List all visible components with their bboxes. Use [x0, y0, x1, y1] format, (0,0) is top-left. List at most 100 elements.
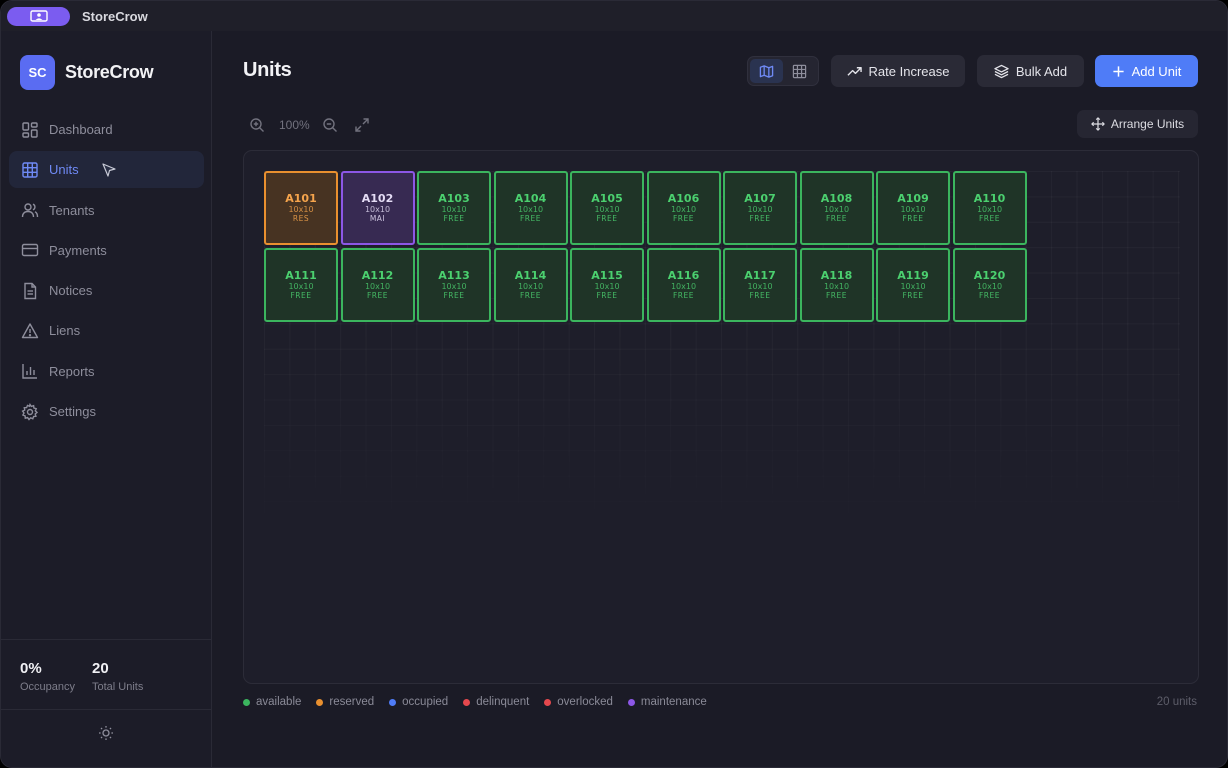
units-map-canvas[interactable]: A101 10x10 RES A102 10x10 MAI A103 10x10 FREE A10…: [243, 150, 1199, 684]
sidebar-item-units[interactable]: Units: [9, 151, 204, 189]
page-title: Units: [243, 59, 292, 81]
unit-status: FREE: [749, 214, 771, 223]
rate-increase-label: Rate Increase: [868, 63, 950, 79]
sun-icon: [99, 726, 113, 740]
occupancy-label: Occupancy: [20, 681, 76, 693]
arrange-units-button[interactable]: Arrange Units: [1077, 110, 1198, 138]
unit-tile[interactable]: A115 10x10 FREE: [570, 247, 644, 322]
unit-size: 10x10: [900, 281, 926, 291]
total-units-value: 20: [92, 660, 109, 677]
unit-size: 10x10: [670, 281, 697, 291]
sidebar-item-tenants[interactable]: Tenants: [9, 192, 204, 229]
main-content: Units Rate Increase Bulk Add Add Unit 10…: [213, 31, 1227, 767]
sidebar-item-settings[interactable]: Settings: [9, 393, 204, 430]
sidebar-item-payments[interactable]: Payments: [9, 232, 204, 269]
theme-toggle[interactable]: [97, 724, 115, 742]
unit-status: FREE: [825, 290, 847, 300]
bulk-add-button[interactable]: Bulk Add: [977, 55, 1084, 87]
legend-dot: [463, 698, 471, 706]
unit-id: A102: [361, 192, 394, 205]
unit-tile[interactable]: A120 10x10 FREE: [952, 247, 1027, 322]
brand[interactable]: SC StoreCrow: [20, 55, 154, 90]
mouse-cursor-icon: [102, 163, 116, 177]
credit-card-icon: [20, 240, 40, 260]
unit-tile[interactable]: A109 10x10 FREE: [876, 171, 950, 245]
view-toggle: [747, 56, 819, 86]
sidebar-item-label: Payments: [49, 242, 107, 258]
unit-status: FREE: [902, 290, 924, 300]
fit-to-screen-button[interactable]: [352, 115, 372, 135]
legend-item-overlocked: overlocked: [544, 696, 613, 708]
bulk-add-label: Bulk Add: [1015, 63, 1068, 79]
unit-tile[interactable]: A116 10x10 FREE: [646, 247, 721, 322]
unit-status: RES: [292, 214, 310, 223]
unit-tile[interactable]: A117 10x10 FREE: [723, 247, 797, 322]
plus-icon: [1112, 65, 1124, 77]
unit-tile[interactable]: A106 10x10 FREE: [646, 171, 721, 245]
title-bar: StoreCrow: [1, 1, 1227, 31]
unit-tile[interactable]: A103 10x10 FREE: [417, 171, 491, 245]
sidebar-item-dashboard[interactable]: Dashboard: [9, 111, 204, 148]
unit-id: A119: [897, 268, 929, 282]
sidebar-item-label: Units: [49, 162, 79, 178]
app-switcher-pill[interactable]: [7, 6, 70, 26]
unit-tile[interactable]: A114 10x10 FREE: [493, 247, 568, 322]
unit-status: FREE: [366, 290, 388, 300]
unit-tile[interactable]: A107 10x10 FREE: [723, 171, 797, 245]
unit-size: 10x10: [364, 205, 391, 214]
sidebar-item-label: Notices: [49, 283, 93, 299]
unit-count: 20 units: [1156, 696, 1197, 708]
app-window: StoreCrow SC StoreCrow Dashboard Units T…: [0, 0, 1228, 768]
map-icon: [759, 64, 774, 78]
rate-increase-button[interactable]: Rate Increase: [831, 55, 965, 87]
legend-item-available: available: [243, 696, 301, 708]
unit-tile[interactable]: A118 10x10 FREE: [799, 247, 874, 322]
zoom-level: 100%: [279, 118, 310, 132]
unit-tile[interactable]: A102 10x10 MAI: [340, 171, 415, 245]
unit-size: 10x10: [594, 281, 620, 291]
unit-tile[interactable]: A113 10x10 FREE: [417, 247, 491, 322]
unit-tile[interactable]: A101 10x10 RES: [264, 171, 338, 245]
sidebar-item-liens[interactable]: Liens: [9, 312, 204, 349]
legend-dot: [316, 698, 324, 706]
unit-size: 10x10: [288, 205, 314, 214]
unit-status: FREE: [978, 214, 1000, 223]
unit-tile[interactable]: A112 10x10 FREE: [340, 247, 415, 322]
sidebar-item-label: Dashboard: [49, 122, 113, 137]
unit-tile[interactable]: A104 10x10 FREE: [493, 171, 568, 245]
sidebar-item-label: Tenants: [49, 202, 95, 218]
unit-status: FREE: [825, 214, 847, 223]
table-view-button[interactable]: [783, 59, 816, 83]
unit-status: FREE: [749, 290, 771, 300]
legend-label: overlocked: [557, 696, 613, 708]
add-unit-label: Add Unit: [1131, 63, 1182, 79]
trending-up-icon: [846, 66, 862, 76]
unit-tile[interactable]: A108 10x10 FREE: [799, 171, 874, 245]
map-view-button[interactable]: [750, 59, 783, 83]
legend-label: occupied: [402, 696, 449, 708]
occupancy-value: 0%: [20, 660, 42, 677]
unit-id: A115: [591, 268, 623, 282]
unit-size: 10x10: [441, 205, 467, 214]
sidebar-item-notices[interactable]: Notices: [9, 272, 204, 309]
add-unit-button[interactable]: Add Unit: [1095, 55, 1198, 87]
legend-label: delinquent: [476, 696, 530, 708]
zoom-in-icon: [250, 118, 264, 132]
zoom-out-button[interactable]: [320, 115, 340, 135]
unit-tile[interactable]: A105 10x10 FREE: [570, 171, 644, 245]
legend-dot: [243, 698, 250, 706]
unit-size: 10x10: [364, 281, 391, 291]
unit-status: FREE: [519, 214, 541, 223]
zoom-in-button[interactable]: [247, 115, 267, 135]
unit-size: 10x10: [441, 281, 467, 291]
unit-size: 10x10: [594, 205, 620, 214]
unit-tile[interactable]: A119 10x10 FREE: [876, 247, 950, 322]
unit-tile[interactable]: A110 10x10 FREE: [952, 171, 1027, 245]
unit-id: A116: [667, 268, 700, 282]
sidebar-item-reports[interactable]: Reports: [9, 353, 204, 390]
zoom-out-icon: [323, 118, 337, 132]
unit-id: A118: [820, 268, 853, 282]
unit-tile[interactable]: A111 10x10 FREE: [264, 247, 338, 322]
legend-label: available: [256, 696, 302, 708]
unit-id: A104: [514, 192, 547, 205]
